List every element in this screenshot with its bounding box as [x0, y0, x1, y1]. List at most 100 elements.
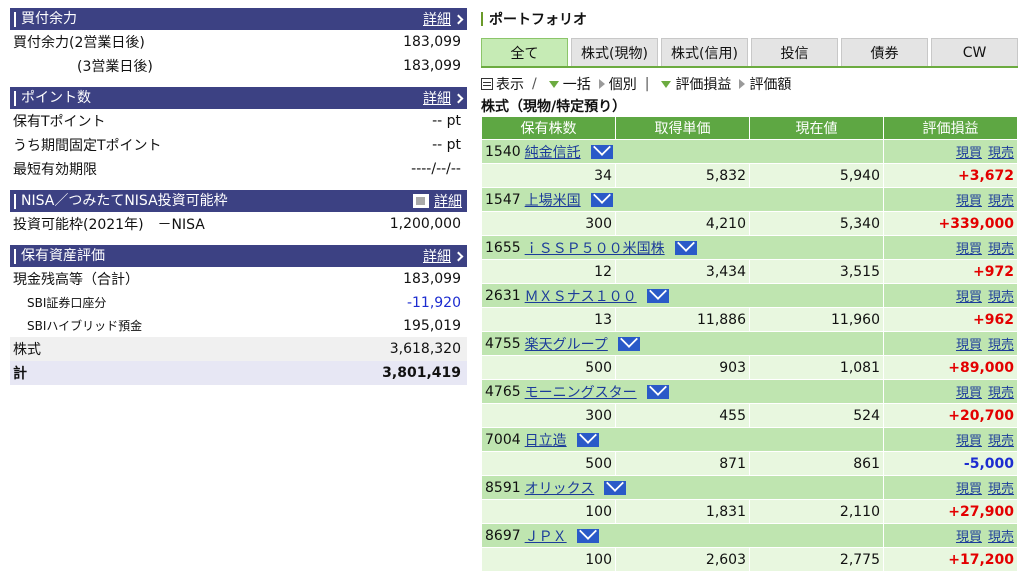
portfolio-panel: ポートフォリオ 全て 株式(現物) 株式(信用) 投信 債券 CW 表示 / 一…	[481, 8, 1018, 572]
row-label: SBIハイブリッド預金	[27, 319, 143, 333]
holding-cost: 2,603	[615, 547, 750, 572]
stock-name-link[interactable]: ｉＳＳＰ５００米国株	[525, 238, 665, 258]
view-show-label: 表示	[496, 77, 524, 93]
buy-link[interactable]: 現買	[956, 482, 982, 497]
buy-link[interactable]: 現買	[956, 338, 982, 353]
mail-icon[interactable]	[617, 336, 640, 351]
sell-link[interactable]: 現売	[988, 146, 1014, 161]
tab-stock-cash[interactable]: 株式(現物)	[571, 38, 658, 66]
view-all-option[interactable]: 一括	[563, 74, 591, 94]
row-label: 株式	[13, 342, 41, 358]
sell-link[interactable]: 現売	[988, 194, 1014, 209]
holding-price: 861	[749, 451, 884, 476]
buy-link[interactable]: 現買	[956, 530, 982, 545]
row-label: 保有Tポイント	[13, 114, 106, 130]
sell-link[interactable]: 現売	[988, 482, 1014, 497]
stock-code: 8591	[485, 479, 521, 496]
portfolio-title: ポートフォリオ	[481, 8, 1018, 30]
info-row: 買付余力(2営業日後) 183,099	[10, 30, 467, 54]
sell-link[interactable]: 現売	[988, 290, 1014, 305]
buy-link[interactable]: 現買	[956, 290, 982, 305]
holding-value-row: 500 871 861 -5,000	[481, 451, 1018, 476]
tab-bond[interactable]: 債券	[841, 38, 928, 66]
mail-icon[interactable]	[604, 480, 627, 495]
holding-name-row: 1547 上場米国 現買 現売	[481, 187, 1018, 212]
holding-value-row: 500 903 1,081 +89,000	[481, 355, 1018, 380]
stock-name-link[interactable]: 日立造	[525, 430, 567, 450]
sell-link[interactable]: 現売	[988, 386, 1014, 401]
holding-name-row: 4755 楽天グループ 現買 現売	[481, 331, 1018, 356]
mail-icon[interactable]	[590, 144, 613, 159]
buy-link[interactable]: 現買	[956, 146, 982, 161]
view-value-option[interactable]: 評価額	[749, 74, 791, 94]
chevron-right-icon	[453, 14, 464, 24]
stock-name-link[interactable]: 純金信託	[525, 142, 581, 162]
stock-name-link[interactable]: ＭＸＳナス１００	[525, 286, 637, 306]
sell-link[interactable]: 現売	[988, 530, 1014, 545]
holding-cost: 871	[615, 451, 750, 476]
nisa-detail-link[interactable]: 詳細	[413, 191, 462, 211]
mail-icon[interactable]	[590, 192, 613, 207]
info-row: 最短有効期限 ----/--/--	[10, 157, 467, 181]
holding-pl: +3,672	[883, 163, 1018, 188]
buy-link[interactable]: 現買	[956, 434, 982, 449]
stock-name-link[interactable]: 楽天グループ	[525, 334, 608, 354]
buy-link[interactable]: 現買	[956, 194, 982, 209]
sell-link[interactable]: 現売	[988, 434, 1014, 449]
view-pl-option[interactable]: 評価損益	[675, 74, 731, 94]
buy-link[interactable]: 現買	[956, 242, 982, 257]
holding-name-row: 7004 日立造 現買 現売	[481, 427, 1018, 452]
holding-qty: 13	[481, 307, 616, 332]
holding-qty: 300	[481, 211, 616, 236]
holding-qty: 500	[481, 355, 616, 380]
triangle-down-icon	[548, 80, 559, 88]
mail-icon[interactable]	[576, 432, 599, 447]
view-each-option[interactable]: 個別	[609, 74, 637, 94]
document-icon	[413, 194, 429, 208]
tab-all[interactable]: 全て	[481, 38, 568, 66]
buy-link[interactable]: 現買	[956, 386, 982, 401]
holding-qty: 34	[481, 163, 616, 188]
buying-power-detail-link[interactable]: 詳細	[423, 9, 464, 29]
col-price: 現在値	[749, 116, 884, 140]
mail-icon[interactable]	[674, 240, 697, 255]
row-label: (3営業日後)	[77, 59, 153, 75]
stock-name-link[interactable]: ＪＰＸ	[525, 526, 567, 546]
row-value: 183,099	[403, 271, 461, 287]
chevron-right-icon	[453, 251, 464, 261]
row-label: うち期間固定Tポイント	[13, 138, 162, 154]
trade-actions: 現買 現売	[883, 379, 1018, 404]
total-row: 計 3,801,419	[10, 361, 467, 385]
holding-value-row: 300 455 524 +20,700	[481, 403, 1018, 428]
holding-name-cell: 8697 ＪＰＸ	[481, 523, 884, 548]
tab-stock-margin[interactable]: 株式(信用)	[661, 38, 748, 66]
mail-icon[interactable]	[646, 288, 669, 303]
row-label: 計	[13, 366, 27, 382]
view-separator: /	[532, 76, 537, 92]
stock-code: 2631	[485, 287, 521, 304]
holding-name-row: 1540 純金信託 現買 現売	[481, 139, 1018, 164]
mail-icon[interactable]	[576, 528, 599, 543]
section-title: 保有資産評価	[14, 248, 105, 264]
trade-actions: 現買 現売	[883, 523, 1018, 548]
tab-fund[interactable]: 投信	[751, 38, 838, 66]
holding-pl: +17,200	[883, 547, 1018, 572]
stock-name-link[interactable]: オリックス	[525, 478, 595, 498]
sell-link[interactable]: 現売	[988, 338, 1014, 353]
holdings-body: 1540 純金信託 現買 現売 34 5,832 5,940 +3,672 1547 上場米国 現買…	[481, 139, 1018, 572]
holding-qty: 500	[481, 451, 616, 476]
stock-row: 株式 3,618,320	[10, 337, 467, 361]
points-detail-link[interactable]: 詳細	[423, 88, 464, 108]
sell-link[interactable]: 現売	[988, 242, 1014, 257]
stock-name-link[interactable]: モーニングスター	[525, 382, 637, 402]
tab-cw[interactable]: CW	[931, 38, 1018, 66]
row-label: 最短有効期限	[13, 162, 97, 178]
holding-qty: 100	[481, 547, 616, 572]
section-title: NISA／つみたてNISA投資可能枠	[14, 193, 228, 209]
holding-name-row: 4765 モーニングスター 現買 現売	[481, 379, 1018, 404]
holding-cost: 5,832	[615, 163, 750, 188]
mail-icon[interactable]	[646, 384, 669, 399]
holding-cost: 11,886	[615, 307, 750, 332]
assets-detail-link[interactable]: 詳細	[423, 246, 464, 266]
stock-name-link[interactable]: 上場米国	[525, 190, 581, 210]
